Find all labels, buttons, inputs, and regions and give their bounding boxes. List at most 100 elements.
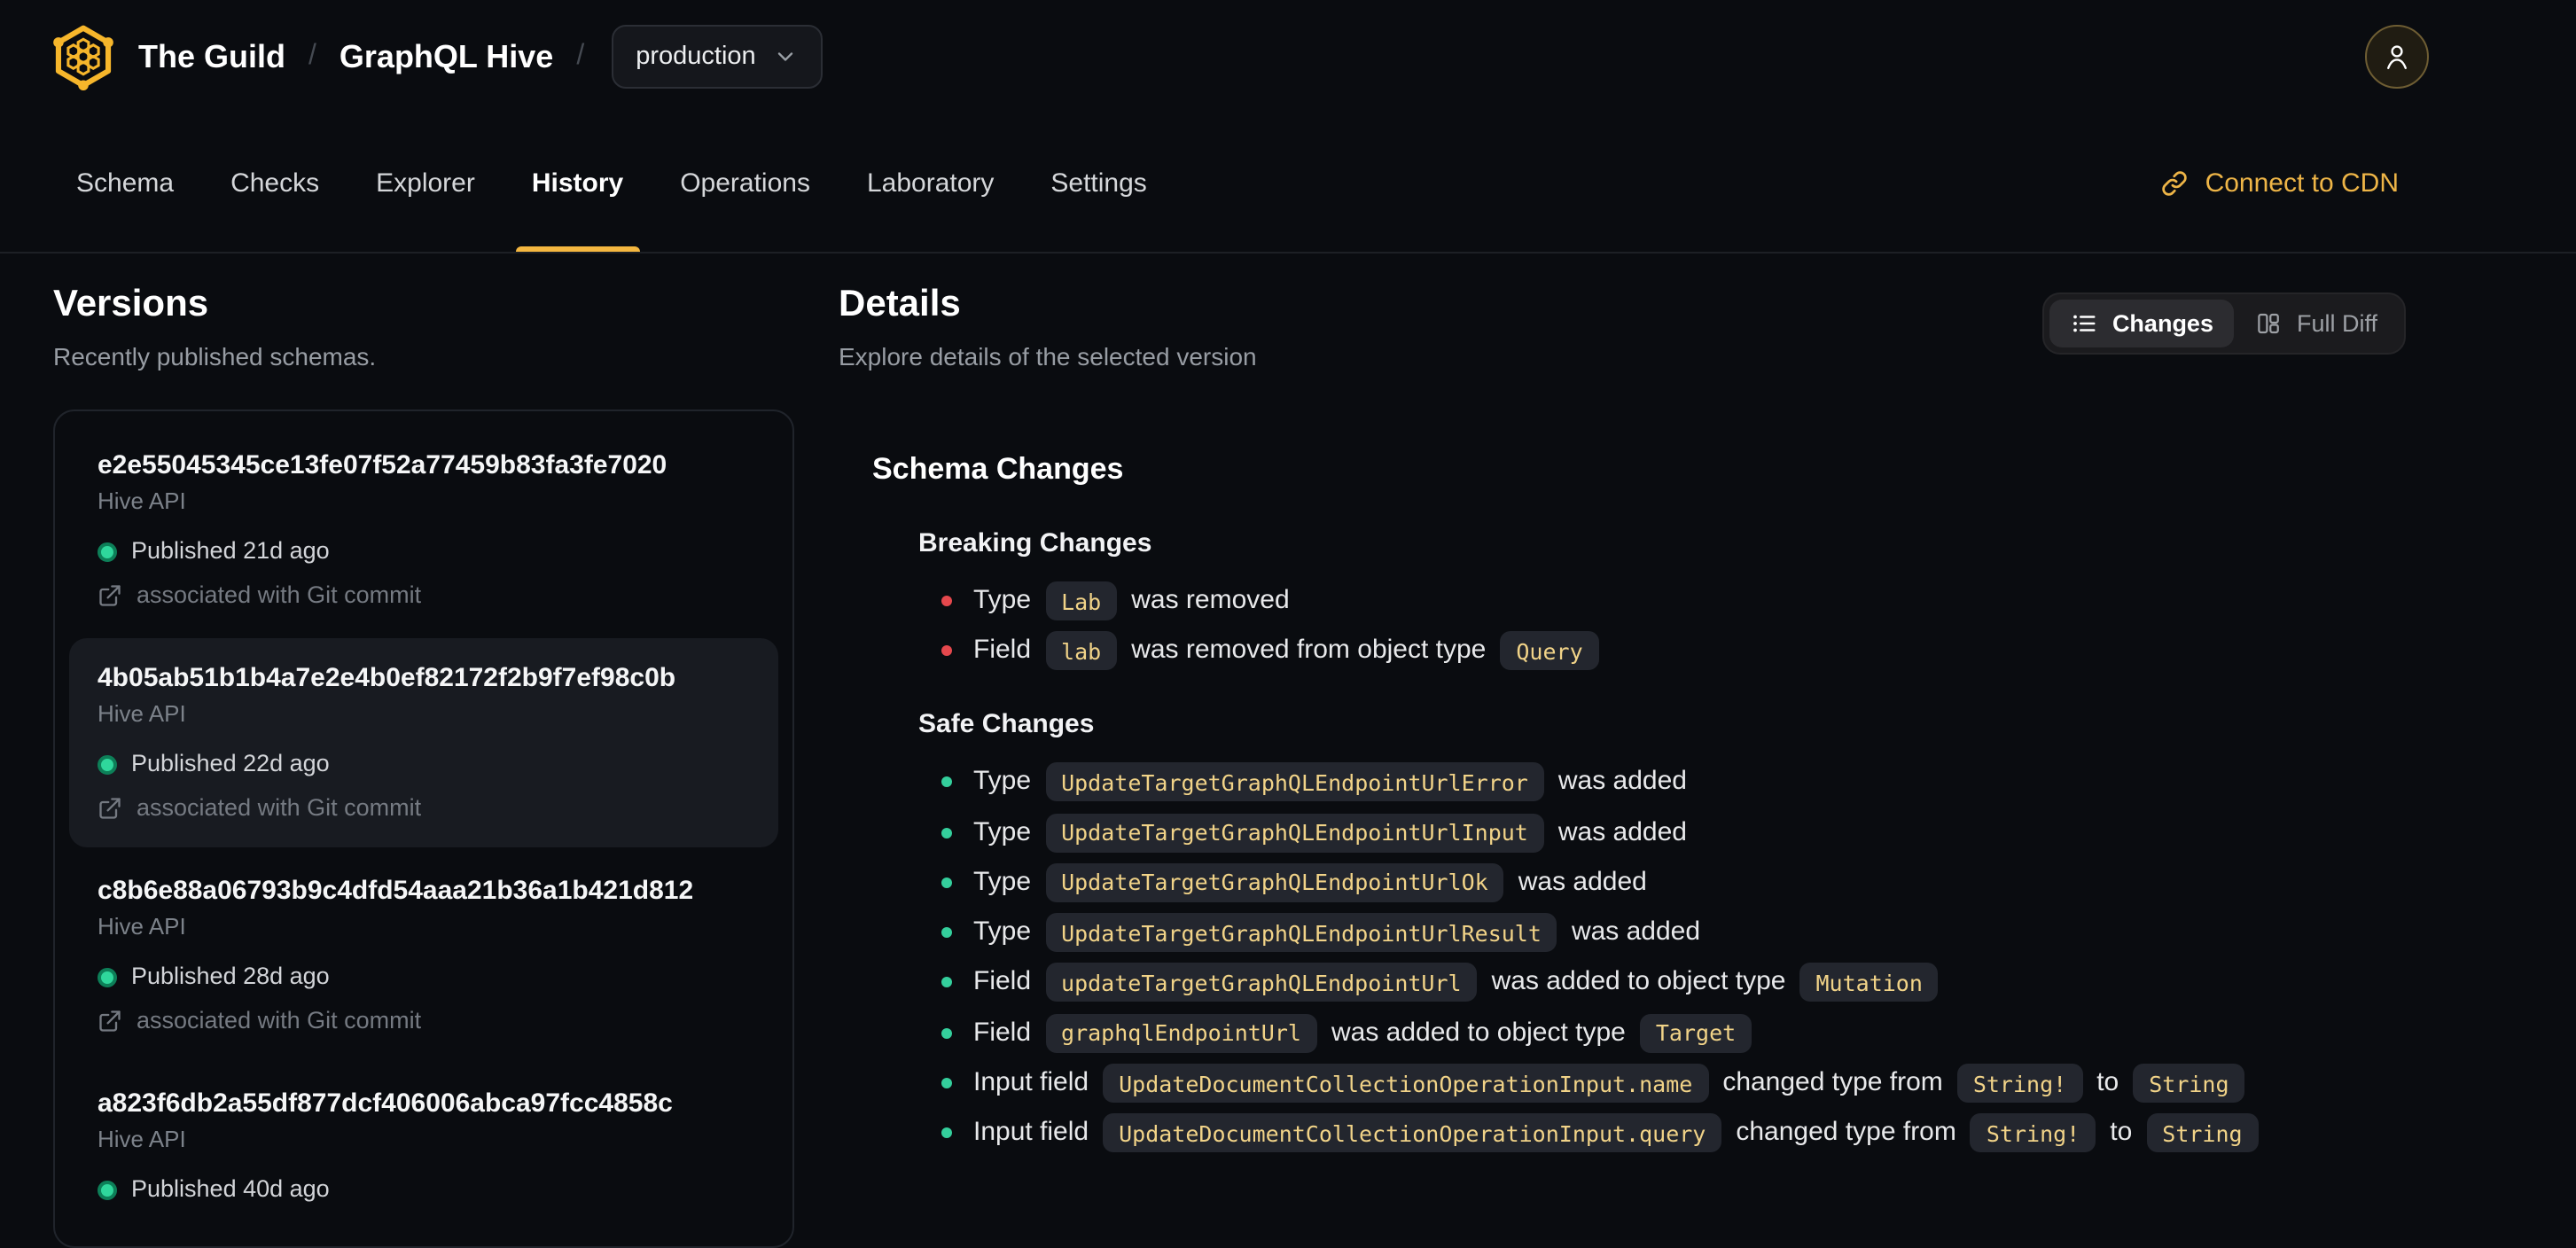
tab-explorer[interactable]: Explorer	[353, 113, 498, 252]
safe-changes-section: Safe Changes Type UpdateTargetGraphQLEndp…	[918, 708, 2576, 1153]
schema-coordinate-chip: String	[2133, 1064, 2245, 1104]
git-commit-label: associated with Git commit	[137, 1007, 422, 1034]
tab-label: Operations	[680, 168, 810, 198]
tab-history[interactable]: History	[509, 113, 646, 252]
schema-coordinate-chip: Lab	[1045, 581, 1118, 620]
version-published-label: Published 28d ago	[131, 963, 330, 989]
change-text: Input field	[973, 1117, 1089, 1148]
details-subtitle: Explore details of the selected version	[839, 342, 1257, 370]
breaking-change-bullet	[941, 596, 952, 606]
tab-operations[interactable]: Operations	[657, 113, 833, 252]
schema-change-item: Field graphqlEndpointUrl was added to obje…	[941, 1013, 2576, 1053]
schema-coordinate-chip: Target	[1639, 1013, 1752, 1053]
tab-label: Laboratory	[866, 168, 995, 198]
version-status: Published 21d ago	[98, 535, 750, 567]
version-card[interactable]: a823f6db2a55df877dcf406006abca97fcc4858c…	[69, 1064, 778, 1228]
safe-change-bullet	[941, 877, 952, 888]
details-panel: Details Explore details of the selected …	[794, 282, 2576, 1248]
version-card[interactable]: e2e55045345ce13fe07f52a77459b83fa3fe7020…	[69, 425, 778, 635]
schema-change-item: Input field UpdateDocumentCollectionOpera…	[941, 1113, 2576, 1153]
version-status: Published 40d ago	[98, 1174, 750, 1205]
schema-coordinate-chip: UpdateDocumentCollectionOperationInput.q…	[1103, 1113, 1722, 1153]
safe-change-bullet	[941, 1127, 952, 1139]
version-hash: a823f6db2a55df877dcf406006abca97fcc4858c	[98, 1088, 673, 1119]
version-service: Hive API	[98, 488, 186, 514]
version-service: Hive API	[98, 913, 186, 940]
schema-coordinate-chip: UpdateTargetGraphQLEndpointUrlOk	[1045, 862, 1504, 902]
schema-coordinate-chip: graphqlEndpointUrl	[1045, 1013, 1317, 1053]
connect-to-cdn-button[interactable]: Connect to CDN	[2159, 113, 2399, 252]
details-header: Details Explore details of the selected …	[839, 282, 2576, 374]
schema-coordinate-chip: String!	[1956, 1064, 2083, 1104]
schema-changes-title: Schema Changes	[872, 452, 1124, 486]
full-diff-view-label: Full Diff	[2296, 310, 2377, 337]
breadcrumb-org[interactable]: The Guild	[138, 38, 285, 75]
tab-label: Schema	[76, 168, 175, 198]
schema-change-item: Type Lab was removed	[941, 581, 2576, 620]
tab-label: Explorer	[376, 168, 475, 198]
connect-to-cdn-label: Connect to CDN	[2205, 168, 2399, 198]
breadcrumb-project[interactable]: GraphQL Hive	[340, 38, 553, 75]
version-published-label: Published 40d ago	[131, 1175, 330, 1202]
change-text: was removed from object type	[1131, 635, 1487, 666]
change-text: was removed	[1131, 585, 1290, 615]
git-commit-link[interactable]: associated with Git commit	[98, 1005, 750, 1037]
git-commit-link[interactable]: associated with Git commit	[98, 580, 750, 612]
primary-tabs: Schema Checks Explorer History Operations Lab…	[53, 113, 1170, 252]
home-logo-link[interactable]	[53, 23, 113, 90]
change-text: was added to object type	[1331, 1017, 1626, 1048]
full-diff-view-button[interactable]: Full Diff	[2235, 300, 2399, 347]
target-selector-dropdown[interactable]: production	[611, 25, 824, 89]
change-text: to	[2110, 1117, 2133, 1148]
published-status-dot	[98, 1180, 117, 1199]
versions-panel: Versions Recently published schemas. e2e…	[53, 282, 794, 1248]
schema-coordinate-chip: Mutation	[1799, 963, 1939, 1002]
safe-change-bullet	[941, 827, 952, 838]
schema-coordinate-chip: String	[2146, 1113, 2259, 1153]
schema-changes-section: Schema Changes Breaking Changes Type Lab w…	[839, 450, 2576, 1153]
tab-schema[interactable]: Schema	[53, 113, 197, 252]
git-commit-link[interactable]: associated with Git commit	[98, 792, 750, 824]
published-status-dot	[98, 542, 117, 561]
change-text: was added	[1557, 816, 1687, 847]
breaking-change-bullet	[941, 645, 952, 657]
version-service: Hive API	[98, 700, 186, 727]
schema-coordinate-chip: Query	[1500, 631, 1599, 671]
breaking-changes-list: Type Lab was removed Field lab was removed fr…	[918, 581, 2576, 671]
changes-view-button[interactable]: Changes	[2049, 300, 2235, 347]
breadcrumb-separator: /	[308, 41, 316, 71]
diff-view-toggle: Changes Full Diff	[2042, 292, 2406, 355]
tab-laboratory[interactable]: Laboratory	[844, 113, 1017, 252]
user-menu-button[interactable]	[2365, 25, 2429, 89]
external-link-icon	[99, 1010, 121, 1032]
tab-settings[interactable]: Settings	[1027, 113, 1169, 252]
tab-label: History	[531, 168, 624, 198]
version-hash: c8b6e88a06793b9c4dfd54aaa21b36a1b421d812	[98, 876, 694, 906]
safe-change-bullet	[941, 977, 952, 988]
columns-icon	[2256, 310, 2283, 337]
details-title: Details	[839, 284, 961, 324]
version-card[interactable]: c8b6e88a06793b9c4dfd54aaa21b36a1b421d812…	[69, 851, 778, 1060]
tab-label: Checks	[230, 168, 320, 198]
tab-checks[interactable]: Checks	[207, 113, 342, 252]
schema-coordinate-chip: updateTargetGraphQLEndpointUrl	[1045, 963, 1478, 1002]
external-link-icon	[99, 585, 121, 606]
version-hash: 4b05ab51b1b4a7e2e4b0ef82172f2b9f7ef98c0b	[98, 663, 676, 693]
details-heading-block: Details Explore details of the selected …	[839, 282, 1257, 374]
app-window: The Guild / GraphQL Hive / production Sc…	[0, 0, 2576, 1248]
version-card[interactable]: 4b05ab51b1b4a7e2e4b0ef82172f2b9f7ef98c0b…	[69, 638, 778, 847]
safe-change-bullet	[941, 1078, 952, 1089]
schema-change-item: Type UpdateTargetGraphQLEndpointUrlResult…	[941, 913, 2576, 953]
change-text: to	[2096, 1067, 2119, 1098]
main-content: Versions Recently published schemas. e2e…	[0, 254, 2576, 1248]
published-status-dot	[98, 754, 117, 774]
change-text: changed type from	[1736, 1117, 1956, 1148]
user-icon	[2381, 41, 2413, 73]
breadcrumb-separator: /	[576, 41, 585, 71]
guild-hive-logo-icon	[53, 23, 113, 90]
schema-change-item: Field lab was removed from object type Quer…	[941, 631, 2576, 671]
safe-change-bullet	[941, 927, 952, 939]
target-selector-value: production	[636, 43, 756, 71]
chevron-down-icon	[774, 44, 799, 69]
schema-coordinate-chip: UpdateTargetGraphQLEndpointUrlInput	[1045, 813, 1544, 853]
